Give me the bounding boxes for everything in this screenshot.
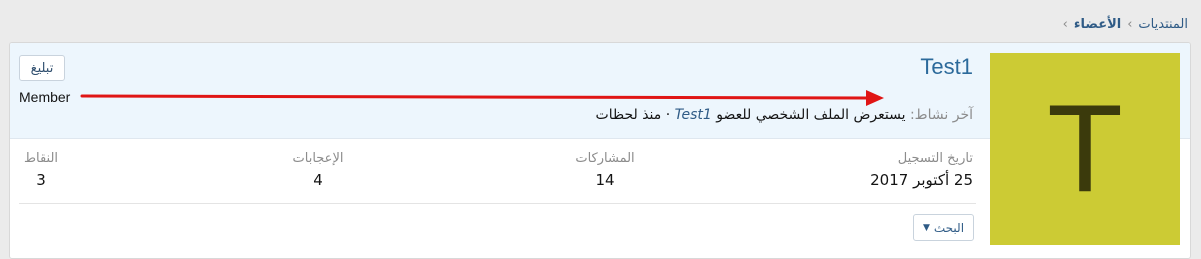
user-title: Member [19, 89, 71, 105]
report-button[interactable]: تبليغ [19, 55, 65, 81]
last-activity-time: منذ لحظات [595, 107, 662, 123]
stat-registered: تاريخ التسجيل 25 أكتوبر 2017 [870, 151, 973, 189]
last-activity-separator: · [665, 107, 671, 123]
caret-down-icon: ▼ [922, 222, 930, 233]
last-activity-label: آخر نشاط: [909, 107, 973, 123]
chevron-left-icon: › [1062, 17, 1068, 32]
divider [19, 203, 976, 204]
stat-posts-value: 14 [595, 171, 615, 189]
breadcrumb: المنتديات › الأعضاء › [1063, 17, 1188, 32]
chevron-left-icon: › [1127, 17, 1133, 32]
stat-points-label: النقاط [23, 151, 59, 166]
stat-likes-value: 4 [313, 171, 323, 189]
member-profile-card: T Test1 آخر نشاط: يستعرض الملف الشخصي لل… [9, 42, 1191, 259]
stat-likes-label: الإعجابات [292, 151, 344, 166]
breadcrumb-forums-link[interactable]: المنتديات [1138, 17, 1188, 32]
last-activity-action: يستعرض الملف الشخصي للعضو [716, 107, 906, 123]
avatar-letter: T [1047, 80, 1123, 218]
search-dropdown-button[interactable]: البحث ▼ [913, 214, 974, 241]
breadcrumb-members-link[interactable]: الأعضاء [1074, 17, 1121, 32]
stat-registered-value: 25 أكتوبر 2017 [870, 171, 973, 189]
stat-posts[interactable]: المشاركات 14 [570, 151, 640, 189]
stat-likes: الإعجابات 4 [273, 151, 363, 189]
stat-points-value: 3 [36, 171, 46, 189]
stat-points[interactable]: النقاط 3 [16, 151, 66, 189]
stat-registered-label: تاريخ التسجيل [897, 151, 973, 166]
username[interactable]: Test1 [920, 54, 973, 80]
search-label: البحث [933, 220, 965, 235]
stat-posts-label: المشاركات [575, 151, 635, 166]
last-activity: آخر نشاط: يستعرض الملف الشخصي للعضو Test… [596, 107, 973, 123]
last-activity-member-link[interactable]: Test1 [675, 107, 712, 123]
avatar[interactable]: T [990, 53, 1180, 245]
